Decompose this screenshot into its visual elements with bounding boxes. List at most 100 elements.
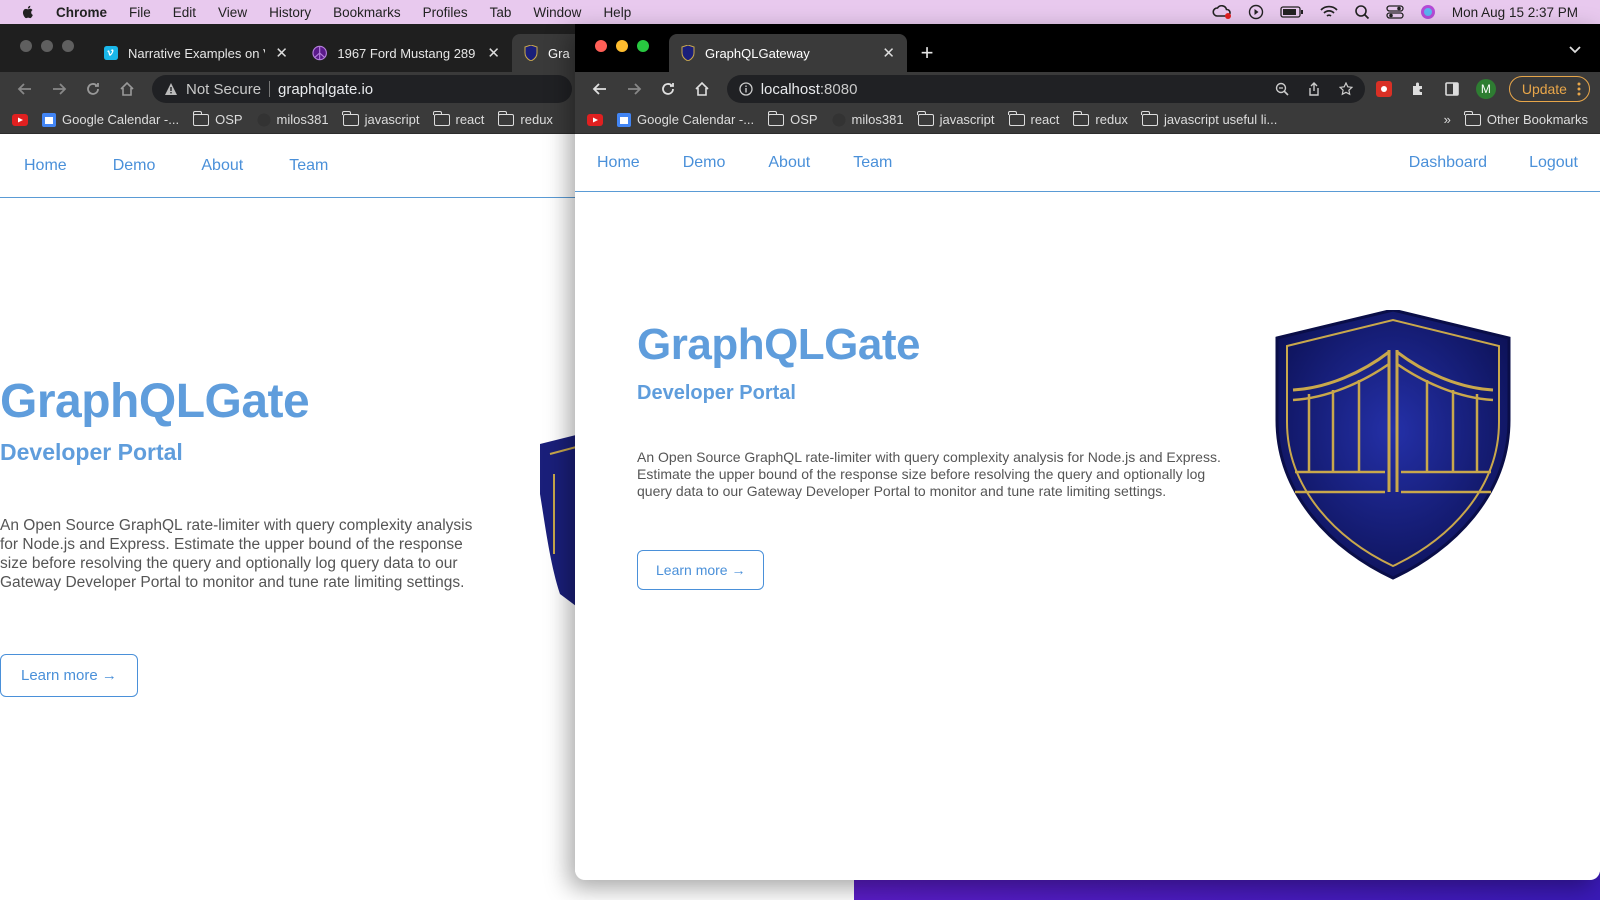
control-center-icon[interactable] [1386, 5, 1404, 19]
battery-icon[interactable] [1280, 5, 1304, 19]
folder-icon [1072, 110, 1090, 126]
nav-dashboard[interactable]: Dashboard [1409, 154, 1487, 172]
tab-vimeo[interactable]: Narrative Examples on Vim ✕ [92, 34, 300, 72]
tab-mustang[interactable]: 1967 Ford Mustang 289 - ✕ [300, 34, 512, 72]
bookmark-redux[interactable]: redux [497, 110, 553, 127]
menu-bookmarks[interactable]: Bookmarks [333, 5, 401, 20]
bookmark-redux[interactable]: redux [1072, 110, 1128, 127]
menu-history[interactable]: History [269, 5, 311, 20]
bookmark-osp[interactable]: OSP [192, 110, 243, 127]
home-button[interactable] [687, 75, 717, 103]
side-panel-button[interactable] [1437, 75, 1467, 103]
menu-window[interactable]: Window [533, 5, 581, 20]
youtube-icon[interactable] [12, 113, 28, 126]
folder-icon [1464, 110, 1481, 126]
bookmarks-bar: Google Calendar -... OSP milos381 javasc… [575, 106, 1600, 134]
extensions-menu-button[interactable] [1403, 75, 1433, 103]
new-tab-button[interactable]: + [907, 34, 947, 72]
more-bookmarks-chevron-icon[interactable]: » [1444, 112, 1451, 127]
bookmark-label: milos381 [276, 112, 329, 127]
page-content: Home Demo About Team Dashboard Logout Gr… [575, 134, 1600, 872]
bookmark-milos381[interactable]: milos381 [832, 112, 904, 127]
hero-description: An Open Source GraphQL rate-limiter with… [637, 449, 1221, 499]
star-icon[interactable] [1339, 82, 1354, 96]
zoom-window-button[interactable] [62, 40, 74, 52]
tab-graphqlgateway[interactable]: GraphQLGateway ✕ [669, 34, 907, 72]
window-controls [20, 40, 74, 52]
github-icon [257, 113, 271, 126]
zoom-icon[interactable] [1275, 82, 1289, 96]
menu-app-name[interactable]: Chrome [56, 5, 107, 20]
not-secure-label: Not Secure [186, 80, 262, 98]
bookmark-label: javascript useful li... [1163, 112, 1278, 127]
minimize-window-button[interactable] [616, 40, 628, 52]
wifi-icon[interactable] [1320, 5, 1338, 19]
apple-icon[interactable] [20, 4, 36, 20]
menu-profiles[interactable]: Profiles [423, 5, 468, 20]
nav-logout[interactable]: Logout [1529, 154, 1578, 172]
home-button[interactable] [112, 75, 142, 103]
hero-title: GraphQLGate [0, 375, 310, 428]
hero-section: GraphQLGate Developer Portal An Open Sou… [637, 320, 1227, 590]
bookmark-google-calendar[interactable]: Google Calendar -... [617, 112, 754, 127]
nav-home[interactable]: Home [597, 154, 640, 172]
tab-search-button[interactable] [1568, 42, 1600, 72]
forward-button[interactable] [44, 75, 74, 103]
zoom-window-button[interactable] [637, 40, 649, 52]
nav-team[interactable]: Team [853, 154, 892, 172]
status-area: Mon Aug 15 2:37 PM [1212, 4, 1600, 20]
nav-team[interactable]: Team [289, 157, 328, 175]
nav-demo[interactable]: Demo [683, 154, 726, 172]
url-port: :8080 [819, 80, 858, 98]
bookmark-javascript-useful-links[interactable]: javascript useful li... [1141, 110, 1278, 127]
site-nav: Home Demo About Team Dashboard Logout [575, 134, 1600, 192]
share-icon[interactable] [1307, 82, 1321, 96]
bookmark-react[interactable]: react [433, 110, 484, 127]
menu-file[interactable]: File [129, 5, 151, 20]
forward-button[interactable] [619, 75, 649, 103]
minimize-window-button[interactable] [41, 40, 53, 52]
bookmark-osp[interactable]: OSP [767, 110, 818, 127]
menu-tab[interactable]: Tab [490, 5, 512, 20]
creative-cloud-icon[interactable] [1212, 4, 1232, 20]
nav-home[interactable]: Home [24, 157, 67, 175]
folder-icon [433, 110, 450, 126]
learn-more-button[interactable]: Learn more → [637, 550, 765, 590]
update-button[interactable]: Update [1508, 76, 1590, 102]
close-tab-icon[interactable]: ✕ [882, 44, 895, 62]
plus-icon: + [920, 40, 934, 65]
reload-button[interactable] [653, 75, 683, 103]
nav-about[interactable]: About [768, 154, 810, 172]
nav-about[interactable]: About [201, 157, 243, 175]
search-icon[interactable] [1354, 4, 1370, 20]
play-icon[interactable] [1248, 4, 1264, 20]
profile-button[interactable]: M [1471, 75, 1501, 103]
menu-edit[interactable]: Edit [173, 5, 196, 20]
update-label: Update [1521, 81, 1567, 97]
bookmark-google-calendar[interactable]: Google Calendar -... [42, 112, 179, 127]
close-tab-icon[interactable]: ✕ [275, 44, 288, 62]
siri-icon[interactable] [1420, 4, 1436, 20]
address-bar[interactable]: localhost:8080 [726, 75, 1366, 103]
back-button[interactable] [585, 75, 615, 103]
menu-view[interactable]: View [218, 5, 247, 20]
bookmark-javascript[interactable]: javascript [342, 110, 420, 127]
bookmark-other-bookmarks[interactable]: Other Bookmarks [1464, 110, 1588, 127]
close-window-button[interactable] [595, 40, 607, 52]
address-bar[interactable]: Not Secure graphqlgate.io [152, 75, 572, 103]
hero-subtitle: Developer Portal [637, 382, 796, 404]
extension-button[interactable] [1369, 75, 1399, 103]
close-window-button[interactable] [20, 40, 32, 52]
menu-clock[interactable]: Mon Aug 15 2:37 PM [1452, 5, 1578, 20]
learn-more-button[interactable]: Learn more → [0, 654, 138, 697]
youtube-icon[interactable] [587, 113, 603, 126]
bookmark-milos381[interactable]: milos381 [257, 112, 329, 127]
back-button[interactable] [10, 75, 40, 103]
menu-help[interactable]: Help [603, 5, 631, 20]
reload-button[interactable] [78, 75, 108, 103]
bookmark-javascript[interactable]: javascript [917, 110, 995, 127]
bookmark-react[interactable]: react [1008, 110, 1059, 127]
close-tab-icon[interactable]: ✕ [487, 44, 500, 62]
nav-right-links: Dashboard Logout [1409, 154, 1600, 172]
nav-demo[interactable]: Demo [113, 157, 156, 175]
